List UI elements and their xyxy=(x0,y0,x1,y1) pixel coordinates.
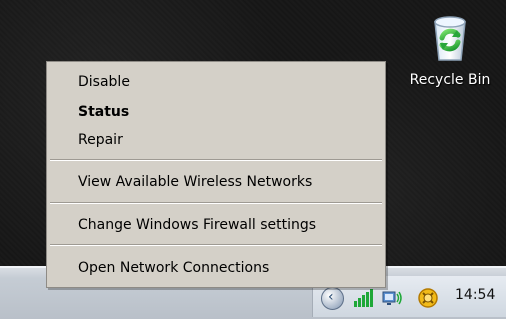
chevron-left-icon: ‹ xyxy=(328,289,334,305)
menu-item-status[interactable]: Status xyxy=(47,101,385,123)
menu-item-label: Open Network Connections xyxy=(78,260,270,276)
menu-item-label: Disable xyxy=(78,74,130,90)
menu-separator xyxy=(50,202,382,204)
security-alert-icon[interactable] xyxy=(416,286,440,310)
menu-item-label: View Available Wireless Networks xyxy=(78,174,313,190)
menu-separator xyxy=(50,244,382,246)
menu-item-view-available-wireless-networks[interactable]: View Available Wireless Networks xyxy=(47,171,385,193)
menu-item-change-windows-firewall-settings[interactable]: Change Windows Firewall settings xyxy=(47,214,385,236)
menu-item-disable[interactable]: Disable xyxy=(47,71,385,93)
clock: 14:54 xyxy=(455,287,496,303)
menu-item-label: Repair xyxy=(78,132,123,148)
menu-item-label: Status xyxy=(78,104,130,120)
desktop-icon-label: Recycle Bin xyxy=(409,72,491,88)
context-menu: Disable Status Repair View Available Wir… xyxy=(46,61,386,288)
wireless-signal-icon[interactable] xyxy=(351,286,375,310)
menu-item-repair[interactable]: Repair xyxy=(47,129,385,151)
menu-item-open-network-connections[interactable]: Open Network Connections xyxy=(47,257,385,279)
desktop-icon-recycle-bin[interactable]: Recycle Bin xyxy=(400,12,500,102)
menu-separator xyxy=(50,159,382,161)
menu-item-label: Change Windows Firewall settings xyxy=(78,217,317,233)
network-connection-icon[interactable] xyxy=(379,286,403,310)
recycle-bin-icon xyxy=(434,16,466,61)
